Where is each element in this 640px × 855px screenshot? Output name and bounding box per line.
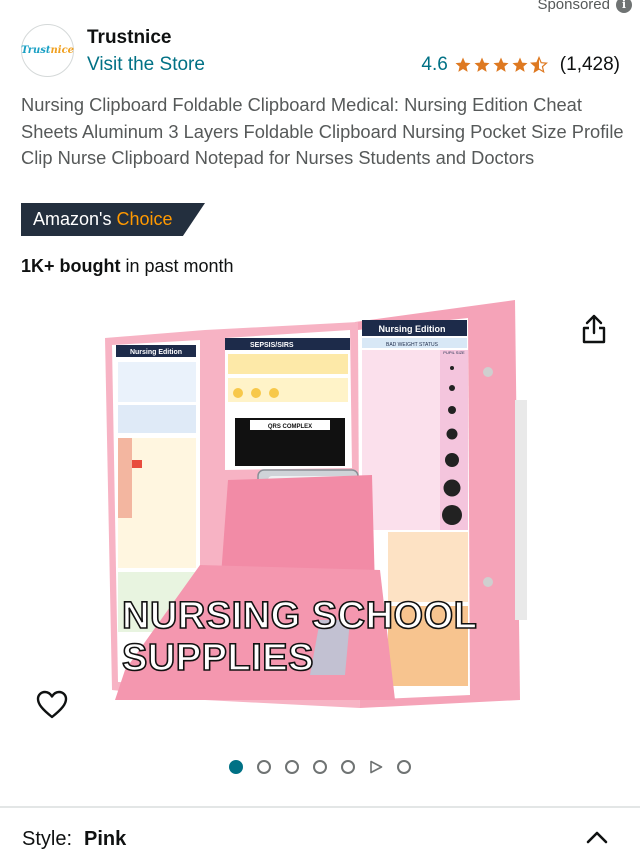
right-sheet-header: Nursing Edition bbox=[379, 324, 446, 334]
bought-count-bold: 1K+ bought bbox=[21, 256, 121, 276]
middle-sheet-block bbox=[228, 354, 348, 374]
star-full-icon bbox=[512, 57, 528, 72]
rivet bbox=[483, 367, 493, 377]
left-sheet-block bbox=[118, 362, 196, 402]
pupil-dot bbox=[450, 366, 454, 370]
left-sheet-table-col bbox=[118, 438, 132, 518]
pupil-dot bbox=[442, 505, 462, 525]
middle-sheet-block bbox=[228, 378, 348, 402]
star-full-icon bbox=[455, 57, 471, 72]
pupil-dot bbox=[445, 453, 459, 467]
bought-count-rest: in past month bbox=[120, 256, 234, 276]
style-selector[interactable]: Style: Pink bbox=[22, 828, 618, 851]
brand-logo[interactable]: Trustnice bbox=[21, 24, 74, 77]
brand-name: Trustnice bbox=[87, 27, 172, 48]
carousel-video-play-icon[interactable] bbox=[369, 760, 383, 774]
star-half-icon bbox=[529, 56, 548, 74]
left-sheet-header: Nursing Edition bbox=[130, 349, 182, 356]
brand-logo-text: Trustnice bbox=[20, 45, 75, 56]
clipboard-hinge bbox=[515, 400, 527, 620]
divider bbox=[0, 806, 640, 808]
carousel-dot[interactable] bbox=[341, 760, 355, 774]
carousel-dot[interactable] bbox=[397, 760, 411, 774]
rivet bbox=[483, 577, 493, 587]
pupil-dot bbox=[443, 479, 461, 497]
rating-count: (1,428) bbox=[559, 54, 620, 75]
pain-face-icon bbox=[269, 388, 279, 398]
badge-text: Amazon's bbox=[33, 209, 112, 229]
product-image[interactable]: Nursing Edition SEPSIS/SIRS QRS COMPLEX … bbox=[0, 290, 640, 740]
sponsored-label[interactable]: Sponsored i bbox=[537, 0, 632, 13]
chevron-up-icon[interactable] bbox=[586, 830, 608, 844]
rating-value: 4.6 bbox=[421, 54, 448, 75]
right-sheet-block bbox=[388, 532, 468, 602]
carousel-dot[interactable] bbox=[313, 760, 327, 774]
right-sheet-subheader: BAD WEIGHT STATUS bbox=[386, 342, 439, 348]
pain-face-icon bbox=[251, 388, 261, 398]
pupil-size-column bbox=[440, 350, 468, 530]
sponsored-text: Sponsored bbox=[537, 0, 610, 13]
pupil-dot bbox=[449, 385, 455, 391]
pain-face-icon bbox=[233, 388, 243, 398]
right-sheet-table bbox=[362, 350, 440, 530]
carousel-dot[interactable] bbox=[229, 760, 243, 774]
pupil-dot bbox=[448, 406, 456, 414]
amazons-choice-badge[interactable]: Amazon's Choice bbox=[21, 203, 205, 236]
middle-sheet-header: SEPSIS/SIRS bbox=[250, 342, 294, 349]
bought-count: 1K+ bought in past month bbox=[21, 256, 234, 277]
star-full-icon bbox=[474, 57, 490, 72]
carousel-dot[interactable] bbox=[285, 760, 299, 774]
style-value: Pink bbox=[84, 828, 127, 850]
brand-row: Trustnice Trustnice Visit the Store 4.6 … bbox=[21, 24, 620, 80]
overlay-line-2: SUPPLIES bbox=[122, 637, 314, 679]
rating-stars bbox=[454, 56, 548, 74]
heart-icon[interactable] bbox=[36, 690, 68, 720]
qrs-title: QRS COMPLEX bbox=[268, 424, 312, 430]
share-icon[interactable] bbox=[580, 314, 608, 344]
style-label: Style: bbox=[22, 828, 73, 850]
rating[interactable]: 4.6 (1,428) bbox=[421, 54, 620, 76]
image-carousel-dots bbox=[0, 760, 640, 774]
pupil-dot bbox=[446, 428, 458, 440]
carousel-dot[interactable] bbox=[257, 760, 271, 774]
star-full-icon bbox=[493, 57, 509, 72]
product-title: Nursing Clipboard Foldable Clipboard Med… bbox=[21, 94, 624, 168]
pupil-size-label: PUPIL SIZE bbox=[443, 350, 465, 355]
visit-store-link[interactable]: Visit the Store bbox=[87, 54, 205, 76]
badge-choice-text: Choice bbox=[116, 209, 173, 229]
left-sheet-highlight bbox=[132, 460, 142, 468]
info-icon[interactable]: i bbox=[616, 0, 632, 13]
overlay-line-1: NURSING SCHOOL bbox=[122, 595, 477, 637]
left-sheet-block bbox=[118, 405, 196, 433]
